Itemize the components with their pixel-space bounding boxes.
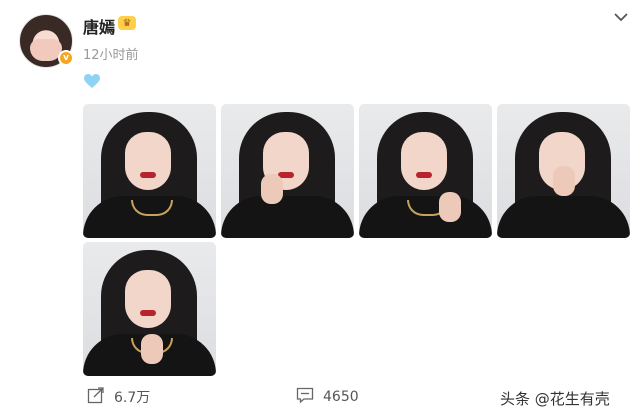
photo-body bbox=[221, 196, 354, 238]
toutiao-watermark: 头条 @花生有壳 bbox=[500, 390, 610, 408]
photo-lips bbox=[140, 172, 156, 178]
photo-face bbox=[401, 132, 447, 190]
photo-hand bbox=[261, 174, 283, 204]
comment-button[interactable]: 4650 bbox=[296, 386, 359, 408]
photo-face bbox=[125, 270, 171, 328]
photo-face bbox=[125, 132, 171, 190]
author-name[interactable]: 唐嫣 bbox=[83, 14, 115, 38]
photo-lips bbox=[140, 310, 156, 316]
share-button[interactable]: 6.7万 bbox=[87, 386, 150, 408]
vip-crown-icon: ♛ bbox=[118, 16, 136, 30]
photo-hand bbox=[553, 166, 575, 196]
share-count: 6.7万 bbox=[114, 390, 151, 406]
post-timestamp[interactable]: 12小时前 bbox=[83, 44, 139, 63]
share-icon bbox=[87, 386, 105, 408]
verified-badge-icon: v bbox=[58, 50, 74, 66]
photo-lips bbox=[416, 172, 432, 178]
post-photo-1[interactable] bbox=[83, 104, 216, 238]
comment-icon bbox=[296, 386, 314, 408]
post-photo-4[interactable] bbox=[497, 104, 630, 238]
photo-hand bbox=[141, 334, 163, 364]
photo-body bbox=[497, 196, 630, 238]
post-menu-chevron-icon[interactable] bbox=[612, 8, 630, 26]
photo-hand bbox=[439, 192, 461, 222]
post-photo-5[interactable] bbox=[83, 242, 216, 376]
post-photo-2[interactable] bbox=[221, 104, 354, 238]
post-photo-3[interactable] bbox=[359, 104, 492, 238]
blue-heart-icon bbox=[84, 74, 100, 90]
comment-count: 4650 bbox=[323, 389, 359, 405]
